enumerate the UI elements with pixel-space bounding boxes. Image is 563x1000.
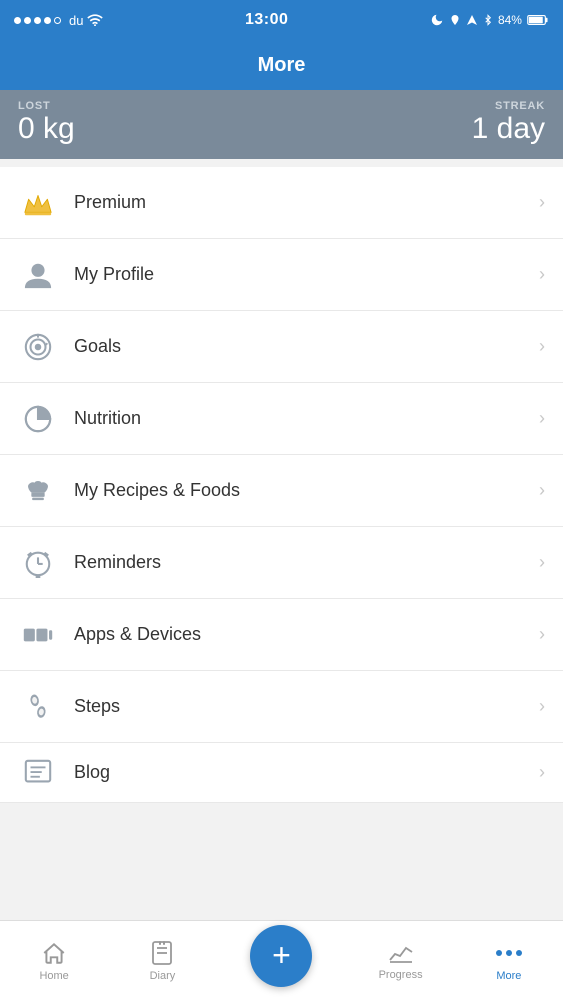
blog-icon <box>18 753 58 793</box>
bluetooth-icon <box>483 13 493 27</box>
tab-diary[interactable]: Diary <box>108 921 216 1000</box>
arrow-icon <box>466 13 478 27</box>
battery-icon <box>527 14 549 26</box>
home-icon <box>41 940 67 966</box>
menu-label-steps: Steps <box>74 696 539 717</box>
alarm-icon <box>18 543 58 583</box>
chevron-apps-devices: › <box>539 624 545 645</box>
devices-icon <box>18 615 58 655</box>
streak-label: STREAK <box>472 100 545 112</box>
add-button[interactable]: + <box>250 925 312 987</box>
status-bar: du 13:00 84% <box>0 0 563 40</box>
moon-icon <box>430 13 444 27</box>
chevron-steps: › <box>539 696 545 717</box>
carrier-label: du <box>69 13 83 28</box>
chevron-my-recipes-foods: › <box>539 480 545 501</box>
chef-hat-icon <box>18 471 58 511</box>
nav-bar: More <box>0 40 563 90</box>
tab-diary-label: Diary <box>150 970 176 982</box>
page-title: More <box>258 54 306 77</box>
streak-stat: STREAK 1 day <box>472 100 545 145</box>
dot4 <box>44 17 51 24</box>
lost-stat: LOST 0 kg <box>18 100 75 145</box>
chevron-blog: › <box>539 762 545 783</box>
menu-item-my-recipes-foods[interactable]: My Recipes & Foods › <box>0 455 563 527</box>
streak-value: 1 day <box>472 112 545 145</box>
menu-label-goals: Goals <box>74 336 539 357</box>
chevron-premium: › <box>539 192 545 213</box>
stats-banner: LOST 0 kg STREAK 1 day <box>0 90 563 159</box>
menu-item-premium[interactable]: Premium › <box>0 167 563 239</box>
lost-value: 0 kg <box>18 112 75 145</box>
dot2 <box>24 17 31 24</box>
menu-label-reminders: Reminders <box>74 552 539 573</box>
status-time: 13:00 <box>245 11 288 29</box>
menu-label-my-recipes-foods: My Recipes & Foods <box>74 480 539 501</box>
battery-percent: 84% <box>498 13 522 27</box>
status-right: 84% <box>430 13 549 27</box>
tab-more[interactable]: More <box>455 921 563 1000</box>
menu-item-apps-devices[interactable]: Apps & Devices › <box>0 599 563 671</box>
menu-item-my-profile[interactable]: My Profile › <box>0 239 563 311</box>
chevron-goals: › <box>539 336 545 357</box>
menu-label-blog: Blog <box>74 762 539 783</box>
tab-home[interactable]: Home <box>0 921 108 1000</box>
menu-item-goals[interactable]: Goals › <box>0 311 563 383</box>
chevron-my-profile: › <box>539 264 545 285</box>
menu-label-premium: Premium <box>74 192 539 213</box>
target-icon <box>18 327 58 367</box>
signal-dots <box>14 17 61 24</box>
progress-icon <box>388 941 414 965</box>
pie-chart-icon <box>18 399 58 439</box>
tab-progress[interactable]: Progress <box>346 921 454 1000</box>
status-left: du <box>14 13 103 28</box>
more-dots-icon <box>496 940 522 966</box>
tab-bar: Home Diary + Progress More <box>0 920 563 1000</box>
tab-add[interactable]: + <box>217 921 347 1000</box>
person-icon <box>18 255 58 295</box>
footsteps-icon <box>18 687 58 727</box>
wifi-icon <box>87 14 103 26</box>
chevron-reminders: › <box>539 552 545 573</box>
dot5 <box>54 17 61 24</box>
plus-icon: + <box>272 939 291 971</box>
chevron-nutrition: › <box>539 408 545 429</box>
menu-list: Premium › My Profile › Goals › <box>0 167 563 803</box>
tab-progress-label: Progress <box>379 969 423 981</box>
menu-item-reminders[interactable]: Reminders › <box>0 527 563 599</box>
diary-icon <box>150 940 174 966</box>
tab-more-label: More <box>496 970 521 982</box>
crown-icon <box>18 183 58 223</box>
location-icon <box>449 13 461 27</box>
menu-item-steps[interactable]: Steps › <box>0 671 563 743</box>
menu-item-nutrition[interactable]: Nutrition › <box>0 383 563 455</box>
dot1 <box>14 17 21 24</box>
menu-label-my-profile: My Profile <box>74 264 539 285</box>
lost-label: LOST <box>18 100 75 112</box>
dot3 <box>34 17 41 24</box>
menu-item-blog[interactable]: Blog › <box>0 743 563 803</box>
tab-home-label: Home <box>39 970 68 982</box>
menu-label-nutrition: Nutrition <box>74 408 539 429</box>
menu-label-apps-devices: Apps & Devices <box>74 624 539 645</box>
